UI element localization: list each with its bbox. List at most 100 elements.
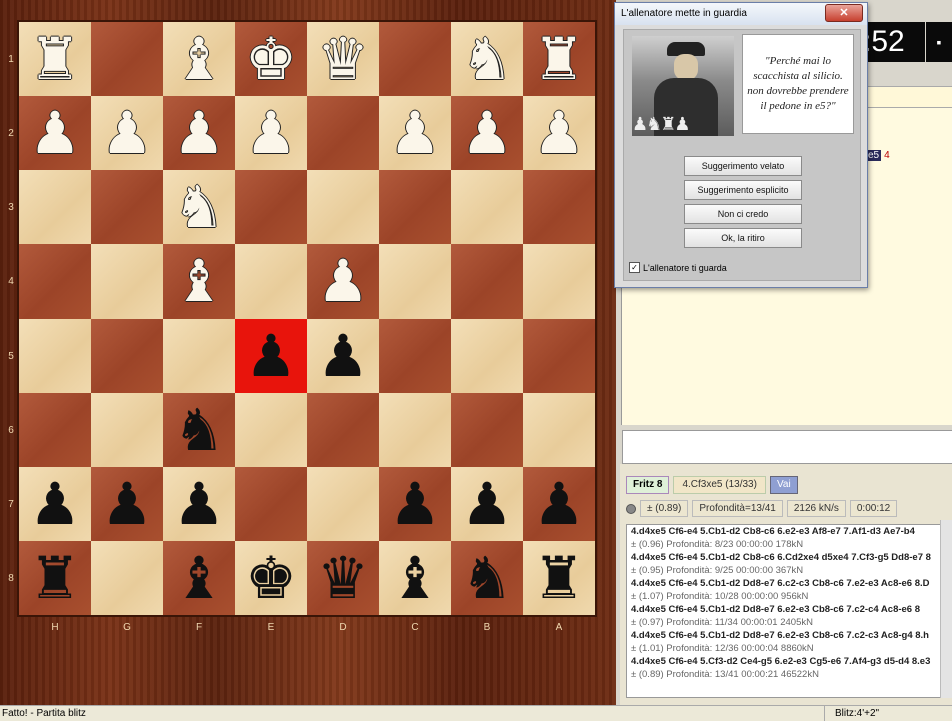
square-h8[interactable]: ♜ <box>19 540 91 615</box>
black-king-icon[interactable]: ♚ <box>245 549 297 607</box>
white-bishop-icon[interactable]: ♝ <box>173 252 225 310</box>
square-h6[interactable] <box>19 392 91 467</box>
square-a6[interactable] <box>523 392 595 467</box>
square-c5[interactable] <box>379 318 451 393</box>
black-pawn-icon[interactable]: ♟ <box>389 475 441 533</box>
white-rook-icon[interactable]: ♜ <box>533 30 585 88</box>
square-c2[interactable]: ♟ <box>379 96 451 171</box>
square-g8[interactable] <box>91 540 163 615</box>
square-b3[interactable] <box>451 170 523 245</box>
black-pawn-icon[interactable]: ♟ <box>245 327 297 385</box>
square-b1[interactable]: ♞ <box>451 22 523 97</box>
coach-dialog[interactable]: L'allenatore mette in guardia ✕ ♟♞♜♟ "Pe… <box>614 2 868 288</box>
engine-go-button[interactable]: Vai <box>769 476 798 494</box>
square-d6[interactable] <box>307 392 379 467</box>
square-d8[interactable]: ♛ <box>307 540 379 615</box>
coach-watches-row[interactable]: ✓ L'allenatore ti guarda <box>629 262 727 273</box>
chess-board[interactable]: ♜ ♝ ♚ ♛ ♞ ♜ ♟ ♟ ♟ ♟ ♟ ♟ ♟ ♞ ♝ ♟ ♟ ♟ ♞ ♟ ♟ ♟ ♟ ♟ ♟ ♜ ♝ ♚ ♛ ♝ ♞ ♜ <box>19 22 595 615</box>
black-rook-icon[interactable]: ♜ <box>533 549 585 607</box>
hint-explicit-button[interactable]: Suggerimento esplicito <box>684 180 802 200</box>
square-e5[interactable]: ♟ <box>235 318 307 393</box>
black-knight-icon[interactable]: ♞ <box>461 549 513 607</box>
white-king-icon[interactable]: ♚ <box>245 30 297 88</box>
close-button[interactable]: ✕ <box>825 4 863 22</box>
square-e8[interactable]: ♚ <box>235 540 307 615</box>
square-g7[interactable]: ♟ <box>91 466 163 541</box>
square-c3[interactable] <box>379 170 451 245</box>
square-g1[interactable] <box>91 22 163 97</box>
square-d7[interactable] <box>307 466 379 541</box>
square-f1[interactable]: ♝ <box>163 22 235 97</box>
black-knight-icon[interactable]: ♞ <box>173 401 225 459</box>
square-a5[interactable] <box>523 318 595 393</box>
square-h2[interactable]: ♟ <box>19 96 91 171</box>
white-pawn-icon[interactable]: ♟ <box>245 104 297 162</box>
square-b8[interactable]: ♞ <box>451 540 523 615</box>
square-g2[interactable]: ♟ <box>91 96 163 171</box>
square-g6[interactable] <box>91 392 163 467</box>
square-f4[interactable]: ♝ <box>163 244 235 319</box>
square-f7[interactable]: ♟ <box>163 466 235 541</box>
black-bishop-icon[interactable]: ♝ <box>173 549 225 607</box>
black-pawn-icon[interactable]: ♟ <box>173 475 225 533</box>
white-pawn-icon[interactable]: ♟ <box>533 104 585 162</box>
black-rook-icon[interactable]: ♜ <box>29 549 81 607</box>
square-g5[interactable] <box>91 318 163 393</box>
white-pawn-icon[interactable]: ♟ <box>101 104 153 162</box>
square-f8[interactable]: ♝ <box>163 540 235 615</box>
engine-radio-icon[interactable] <box>626 503 636 514</box>
square-d5[interactable]: ♟ <box>307 318 379 393</box>
square-a8[interactable]: ♜ <box>523 540 595 615</box>
square-h7[interactable]: ♟ <box>19 466 91 541</box>
square-h4[interactable] <box>19 244 91 319</box>
square-c6[interactable] <box>379 392 451 467</box>
square-a2[interactable]: ♟ <box>523 96 595 171</box>
square-g3[interactable] <box>91 170 163 245</box>
notation-input-strip[interactable] <box>622 430 952 464</box>
square-f5[interactable] <box>163 318 235 393</box>
square-c1[interactable] <box>379 22 451 97</box>
white-pawn-icon[interactable]: ♟ <box>173 104 225 162</box>
coach-watches-checkbox[interactable]: ✓ <box>629 262 640 273</box>
square-a3[interactable] <box>523 170 595 245</box>
black-pawn-icon[interactable]: ♟ <box>461 475 513 533</box>
square-d3[interactable] <box>307 170 379 245</box>
square-h1[interactable]: ♜ <box>19 22 91 97</box>
black-bishop-icon[interactable]: ♝ <box>389 549 441 607</box>
square-e7[interactable] <box>235 466 307 541</box>
square-c4[interactable] <box>379 244 451 319</box>
square-a1[interactable]: ♜ <box>523 22 595 97</box>
white-bishop-icon[interactable]: ♝ <box>173 30 225 88</box>
dialog-title-bar[interactable]: L'allenatore mette in guardia ✕ <box>615 3 867 25</box>
white-knight-icon[interactable]: ♞ <box>173 178 225 236</box>
white-queen-icon[interactable]: ♛ <box>317 30 369 88</box>
dont-believe-button[interactable]: Non ci credo <box>684 204 802 224</box>
white-pawn-icon[interactable]: ♟ <box>317 252 369 310</box>
square-f3[interactable]: ♞ <box>163 170 235 245</box>
square-f6[interactable]: ♞ <box>163 392 235 467</box>
analysis-lines[interactable]: 4.d4xe5 Cf6-e4 5.Cb1-d2 Cb8-c6 6.e2-e3 A… <box>626 524 942 698</box>
square-b2[interactable]: ♟ <box>451 96 523 171</box>
square-e4[interactable] <box>235 244 307 319</box>
white-knight-icon[interactable]: ♞ <box>461 30 513 88</box>
square-e2[interactable]: ♟ <box>235 96 307 171</box>
square-b5[interactable] <box>451 318 523 393</box>
black-pawn-icon[interactable]: ♟ <box>533 475 585 533</box>
current-move-chip[interactable]: e5 4 <box>866 150 890 161</box>
square-e1[interactable]: ♚ <box>235 22 307 97</box>
square-b6[interactable] <box>451 392 523 467</box>
square-g4[interactable] <box>91 244 163 319</box>
white-pawn-icon[interactable]: ♟ <box>461 104 513 162</box>
black-pawn-icon[interactable]: ♟ <box>317 327 369 385</box>
white-pawn-icon[interactable]: ♟ <box>389 104 441 162</box>
white-pawn-icon[interactable]: ♟ <box>29 104 81 162</box>
black-queen-icon[interactable]: ♛ <box>317 549 369 607</box>
black-pawn-icon[interactable]: ♟ <box>29 475 81 533</box>
square-a4[interactable] <box>523 244 595 319</box>
square-d2[interactable] <box>307 96 379 171</box>
square-d1[interactable]: ♛ <box>307 22 379 97</box>
hint-veiled-button[interactable]: Suggerimento velato <box>684 156 802 176</box>
square-b4[interactable] <box>451 244 523 319</box>
square-a7[interactable]: ♟ <box>523 466 595 541</box>
square-h3[interactable] <box>19 170 91 245</box>
